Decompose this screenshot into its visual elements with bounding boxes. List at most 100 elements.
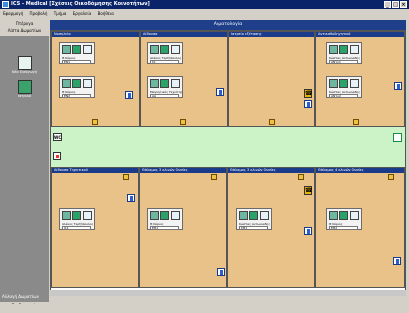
bed-field[interactable]: ΣΘ1 bbox=[239, 226, 268, 230]
chart-icon bbox=[171, 79, 180, 88]
app-icon bbox=[2, 1, 9, 8]
bed-field[interactable]: Ι11 bbox=[62, 226, 91, 230]
patient-card[interactable]: Κώστας Αντωνιαδης ΣΘ1 bbox=[236, 208, 272, 230]
phone-icon[interactable]: ☎ bbox=[304, 186, 312, 195]
horizontal-scrollbar[interactable] bbox=[50, 290, 406, 296]
menu-item-help[interactable]: Βοήθεια bbox=[98, 11, 114, 16]
menu-item-app[interactable]: Εφαρμογή bbox=[3, 11, 23, 16]
left-panel-subtitle[interactable]: Λίστα Δωματίων bbox=[0, 27, 49, 34]
medical-icon bbox=[72, 211, 81, 220]
door-icon bbox=[211, 174, 217, 180]
patient-icon bbox=[150, 211, 159, 220]
bed-field[interactable]: ΑΑ bbox=[150, 94, 179, 98]
title-bar: ICS - Medical [Σχέσεις Οικοδόμησης Κοινο… bbox=[0, 0, 409, 9]
corridor bbox=[51, 127, 405, 167]
bed-field[interactable]: ΕΘ2 bbox=[329, 226, 358, 230]
medical-icon bbox=[339, 211, 348, 220]
patient-card[interactable]: Μαγνητικός Τεχνίτης ΑΑ bbox=[147, 76, 183, 98]
bed-icon[interactable] bbox=[216, 88, 224, 96]
bed-icon[interactable] bbox=[125, 91, 133, 99]
footer-label: Αλλαγή Δωματίων bbox=[2, 294, 39, 299]
room-title: Θάλαμος 3 κλινών Ουσίες bbox=[140, 168, 226, 173]
bed-field[interactable]: ΑΝτο2 bbox=[329, 94, 358, 98]
close-button[interactable]: × bbox=[400, 1, 407, 8]
left-item-label: Νέα Εισαγωγή bbox=[11, 70, 38, 74]
wc-icon[interactable]: WC bbox=[53, 133, 62, 141]
medical-icon bbox=[160, 211, 169, 220]
patient-card[interactable]: Θ Κύριος ΕΘ2 bbox=[326, 208, 362, 230]
patient-card[interactable]: Θ Κύριος ΕΘ1 bbox=[147, 208, 183, 230]
status-bar bbox=[0, 304, 409, 313]
medical-icon bbox=[17, 80, 32, 94]
patient-icon bbox=[62, 45, 71, 54]
chart-icon bbox=[350, 45, 359, 54]
patient-card[interactable]: Αλέκος Τερζόπουλος Ι11 bbox=[59, 208, 95, 230]
maximize-button[interactable]: □ bbox=[392, 1, 399, 8]
chart-icon bbox=[350, 211, 359, 220]
bed-icon[interactable] bbox=[304, 227, 312, 235]
patient-card[interactable]: Θ Κύριος ΕΝ1 bbox=[59, 42, 95, 64]
patient-icon bbox=[329, 45, 338, 54]
bed-field[interactable]: Σ1 bbox=[150, 60, 179, 64]
sink-icon[interactable] bbox=[53, 152, 61, 160]
left-item-label: Ιατρικό bbox=[17, 94, 32, 98]
medical-icon bbox=[249, 211, 258, 220]
medical-icon bbox=[339, 45, 348, 54]
door-icon bbox=[92, 119, 98, 125]
room-title: Ιατρείο εξέτασης bbox=[229, 32, 314, 37]
patient-card[interactable]: Κώστας Αντωνιαδης ΑΝτο1 bbox=[326, 42, 362, 64]
bed-icon[interactable] bbox=[127, 194, 135, 202]
minimize-button[interactable]: _ bbox=[384, 1, 391, 8]
bed-field[interactable]: ΕΝ1 bbox=[62, 60, 91, 64]
ward-title: Αιματολογία bbox=[50, 20, 406, 30]
door-icon bbox=[298, 174, 304, 180]
patient-icon bbox=[62, 79, 71, 88]
room-title: Αντικαθοδηγητικό bbox=[316, 32, 404, 37]
chart-icon bbox=[171, 211, 180, 220]
room-title: Θάλαμος 3 κλινών Ουσίες bbox=[228, 168, 314, 173]
bed-icon[interactable] bbox=[394, 82, 402, 90]
chart-icon bbox=[83, 45, 92, 54]
chart-icon bbox=[171, 45, 180, 54]
left-panel-title: Πτέρυγα bbox=[15, 21, 34, 26]
chart-icon bbox=[260, 211, 269, 220]
phone-icon[interactable]: ☎ bbox=[304, 89, 312, 98]
patient-icon bbox=[62, 211, 71, 220]
bed-icon[interactable] bbox=[217, 268, 225, 276]
patient-icon bbox=[150, 79, 159, 88]
left-item-medical[interactable]: Ιατρικό bbox=[6, 80, 43, 104]
patient-card[interactable]: Θ Κύριος ΕΝ2 bbox=[59, 76, 95, 98]
menu-item-tools[interactable]: Εργαλεία bbox=[73, 11, 92, 16]
door-icon bbox=[123, 174, 129, 180]
menu-bar: Εφαρμογή Προβολή Τμήμα Εργαλεία Βοήθεια bbox=[0, 9, 409, 18]
medical-icon bbox=[160, 79, 169, 88]
left-panel-header: Πτέρυγα Λίστα Δωματίων bbox=[0, 20, 49, 36]
door-icon bbox=[388, 174, 394, 180]
room-3[interactable]: Ιατρείο εξέτασης bbox=[228, 31, 315, 127]
bed-field[interactable]: ΕΘ1 bbox=[150, 226, 179, 230]
room-title: Αίθουσα Τηρητικού bbox=[52, 168, 138, 173]
patient-card[interactable]: Κώστας Αντωνιαδης ΑΝτο2 bbox=[326, 76, 362, 98]
door-icon bbox=[269, 119, 275, 125]
room-title: Νοσηλεία bbox=[52, 32, 139, 37]
patient-icon bbox=[329, 79, 338, 88]
bed-icon[interactable] bbox=[393, 257, 401, 265]
chart-icon bbox=[83, 79, 92, 88]
medical-icon bbox=[339, 79, 348, 88]
patient-card[interactable]: Αλέκος Τερζόπουλος Σ1 bbox=[147, 42, 183, 64]
room-title: Θάλαμος 4 κλινών Ουσίες bbox=[316, 168, 404, 173]
menu-item-department[interactable]: Τμήμα bbox=[54, 11, 67, 16]
left-item-new-admission[interactable]: Νέα Εισαγωγή bbox=[6, 56, 43, 80]
medical-icon bbox=[72, 45, 81, 54]
patient-icon bbox=[239, 211, 248, 220]
bed-field[interactable]: ΑΝτο1 bbox=[329, 60, 358, 64]
exit-icon[interactable] bbox=[393, 133, 402, 142]
door-icon bbox=[180, 119, 186, 125]
admission-icon bbox=[17, 56, 32, 70]
medical-icon bbox=[72, 79, 81, 88]
bed-icon[interactable] bbox=[304, 100, 312, 108]
chart-icon bbox=[350, 79, 359, 88]
room-title: Αίθουσα bbox=[141, 32, 227, 37]
menu-item-view[interactable]: Προβολή bbox=[30, 11, 48, 16]
bed-field[interactable]: ΕΝ2 bbox=[62, 94, 91, 98]
